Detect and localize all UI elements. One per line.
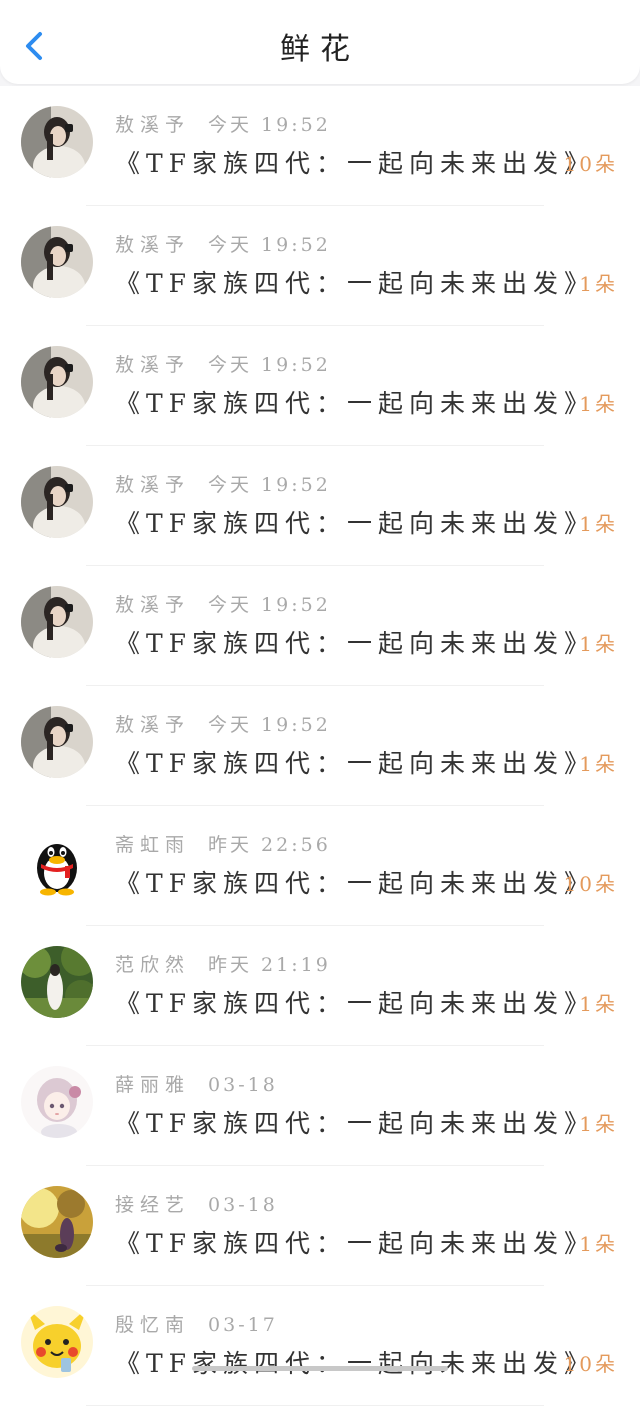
avatar[interactable] [21, 106, 93, 178]
sender-meta: 殷忆南 03-17 [115, 1310, 278, 1337]
avatar[interactable] [21, 226, 93, 298]
sender-name: 范欣然 [115, 954, 191, 976]
work-title: 《TF家族四代：一起向未来出发》 [115, 749, 596, 778]
timestamp: 今天 19:52 [208, 714, 331, 736]
timestamp: 03-17 [208, 1314, 278, 1336]
flower-count: 1朵 [579, 1112, 618, 1136]
sender-meta: 薛丽雅 03-18 [115, 1070, 278, 1097]
list-item[interactable]: 敖溪予 今天 19:52 《TF家族四代：一起向未来出发》 1朵 [0, 566, 640, 686]
work-title: 《TF家族四代：一起向未来出发》 [115, 629, 596, 658]
list-item[interactable]: 范欣然 昨天 21:19 《TF家族四代：一起向未来出发》 1朵 [0, 926, 640, 1046]
flower-count: 1朵 [579, 752, 618, 776]
work-title: 《TF家族四代：一起向未来出发》 [115, 1109, 596, 1138]
flower-count: 1朵 [579, 392, 618, 416]
work-title: 《TF家族四代：一起向未来出发》 [115, 1349, 596, 1378]
flower-count: 10朵 [563, 152, 618, 176]
sender-name: 敖溪予 [115, 234, 191, 256]
sender-name: 薛丽雅 [115, 1074, 191, 1096]
sender-name: 敖溪予 [115, 354, 191, 376]
list-item[interactable]: 敖溪予 今天 19:52 《TF家族四代：一起向未来出发》 1朵 [0, 206, 640, 326]
work-title: 《TF家族四代：一起向未来出发》 [115, 989, 596, 1018]
work-title: 《TF家族四代：一起向未来出发》 [115, 389, 596, 418]
avatar[interactable] [21, 346, 93, 418]
work-title: 《TF家族四代：一起向未来出发》 [115, 149, 596, 178]
sender-meta: 敖溪予 今天 19:52 [115, 710, 331, 737]
home-indicator [192, 1366, 448, 1371]
list-item[interactable]: 敖溪予 今天 19:52 《TF家族四代：一起向未来出发》 1朵 [0, 446, 640, 566]
sender-name: 敖溪予 [115, 714, 191, 736]
avatar[interactable] [21, 826, 93, 898]
flower-count: 10朵 [563, 1352, 618, 1376]
flower-count: 1朵 [579, 1232, 618, 1256]
sender-meta: 敖溪予 今天 19:52 [115, 110, 331, 137]
list-item[interactable]: 敖溪予 今天 19:52 《TF家族四代：一起向未来出发》 10朵 [0, 86, 640, 206]
sender-meta: 敖溪予 今天 19:52 [115, 470, 331, 497]
list-item[interactable]: 敖溪予 今天 19:52 《TF家族四代：一起向未来出发》 1朵 [0, 686, 640, 806]
sender-meta: 敖溪予 今天 19:52 [115, 350, 331, 377]
sender-meta: 敖溪予 今天 19:52 [115, 230, 331, 257]
sender-name: 敖溪予 [115, 474, 191, 496]
timestamp: 昨天 22:56 [208, 834, 331, 856]
sender-meta: 范欣然 昨天 21:19 [115, 950, 331, 977]
top-bar: 鲜花 [0, 0, 640, 84]
sender-name: 敖溪予 [115, 114, 191, 136]
avatar[interactable] [21, 706, 93, 778]
sender-name: 斋虹雨 [115, 834, 191, 856]
timestamp: 今天 19:52 [208, 594, 331, 616]
sender-meta: 敖溪予 今天 19:52 [115, 590, 331, 617]
avatar[interactable] [21, 1306, 93, 1378]
flower-count: 10朵 [563, 872, 618, 896]
work-title: 《TF家族四代：一起向未来出发》 [115, 1229, 596, 1258]
timestamp: 今天 19:52 [208, 474, 331, 496]
sender-meta: 斋虹雨 昨天 22:56 [115, 830, 331, 857]
list-item[interactable]: 薛丽雅 03-18 《TF家族四代：一起向未来出发》 1朵 [0, 1046, 640, 1166]
sender-name: 殷忆南 [115, 1314, 191, 1336]
work-title: 《TF家族四代：一起向未来出发》 [115, 269, 596, 298]
avatar[interactable] [21, 1066, 93, 1138]
timestamp: 03-18 [208, 1074, 278, 1096]
flower-count: 1朵 [579, 632, 618, 656]
list-item[interactable]: 斋虹雨 昨天 22:56 《TF家族四代：一起向未来出发》 10朵 [0, 806, 640, 926]
work-title: 《TF家族四代：一起向未来出发》 [115, 869, 596, 898]
sender-meta: 接经艺 03-18 [115, 1190, 278, 1217]
list-item[interactable]: 敖溪予 今天 19:52 《TF家族四代：一起向未来出发》 1朵 [0, 326, 640, 446]
page-title: 鲜花 [280, 32, 360, 67]
timestamp: 昨天 21:19 [208, 954, 331, 976]
flower-count: 1朵 [579, 272, 618, 296]
sender-name: 敖溪予 [115, 594, 191, 616]
flower-count: 1朵 [579, 512, 618, 536]
avatar[interactable] [21, 946, 93, 1018]
timestamp: 今天 19:52 [208, 114, 331, 136]
sender-name: 接经艺 [115, 1194, 191, 1216]
list-item[interactable]: 殷忆南 03-17 《TF家族四代：一起向未来出发》 10朵 [0, 1286, 640, 1406]
flower-record-list: 敖溪予 今天 19:52 《TF家族四代：一起向未来出发》 10朵 敖溪予 今天 19:5… [0, 86, 640, 1406]
avatar[interactable] [21, 1186, 93, 1258]
avatar[interactable] [21, 466, 93, 538]
flower-count: 1朵 [579, 992, 618, 1016]
timestamp: 03-18 [208, 1194, 278, 1216]
list-item[interactable]: 接经艺 03-18 《TF家族四代：一起向未来出发》 1朵 [0, 1166, 640, 1286]
timestamp: 今天 19:52 [208, 234, 331, 256]
work-title: 《TF家族四代：一起向未来出发》 [115, 509, 596, 538]
avatar[interactable] [21, 586, 93, 658]
timestamp: 今天 19:52 [208, 354, 331, 376]
